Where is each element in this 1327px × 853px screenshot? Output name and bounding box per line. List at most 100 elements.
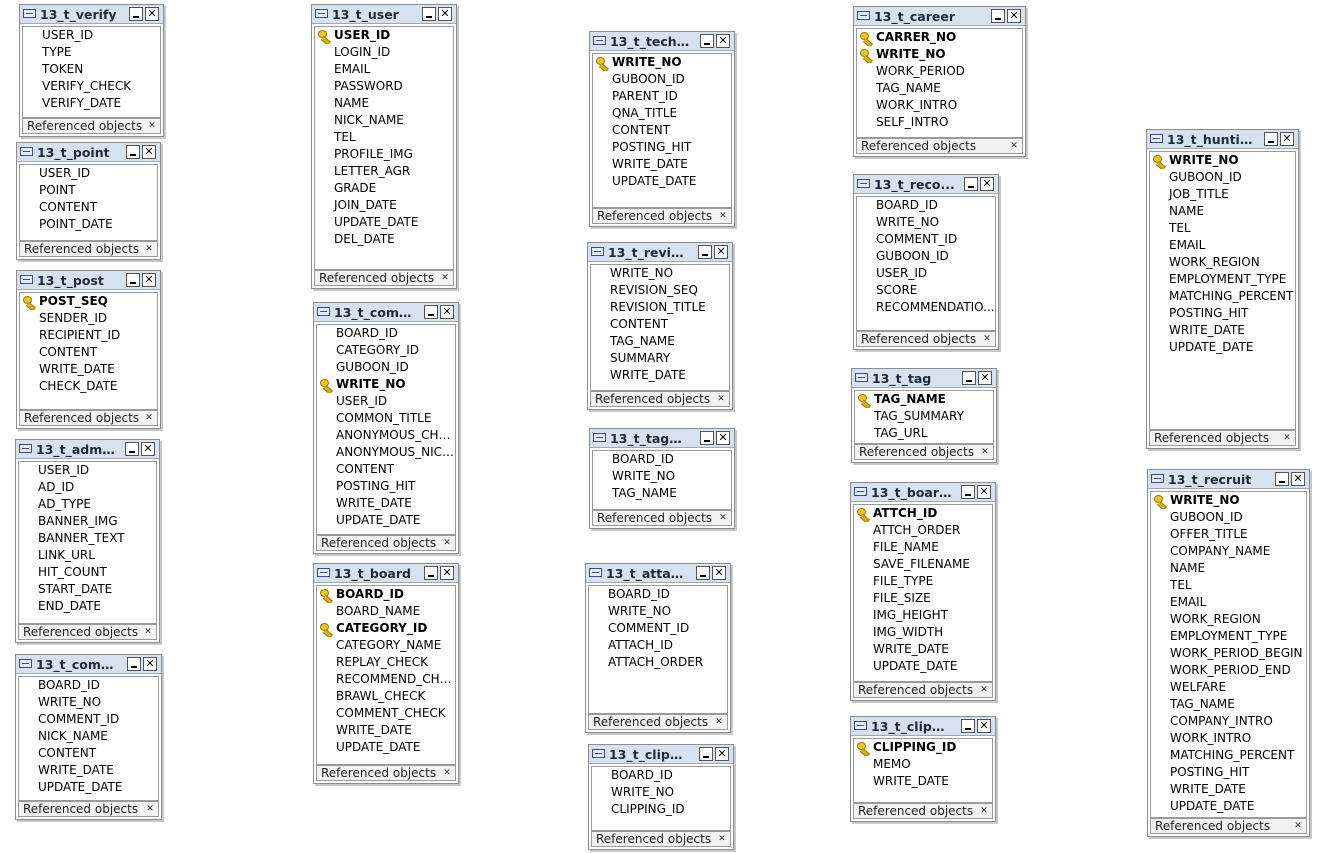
close-icon[interactable]: ✕ <box>147 121 157 131</box>
field-row[interactable]: IMG_HEIGHT <box>854 607 992 624</box>
table-entity[interactable]: 13_t_post ✕ POST_SEQ SENDER_ID RECIPIENT_ID C… <box>16 270 161 429</box>
field-row[interactable]: TAG_SUMMARY <box>855 408 993 425</box>
field-row[interactable]: ANONYMOUS_NICK... <box>317 444 455 461</box>
field-row[interactable]: BOARD_ID <box>589 586 727 603</box>
field-row[interactable]: WRITE_DATE <box>19 762 158 779</box>
table-entity[interactable]: 13_t_comm... ✕ BOARD_ID WRITE_NO COMMENT_ID N… <box>15 654 162 820</box>
field-row[interactable]: NICK_NAME <box>315 112 453 129</box>
close-icon[interactable]: ✕ <box>977 485 991 499</box>
close-icon[interactable]: ✕ <box>145 804 155 814</box>
table-titlebar[interactable]: 13_t_board... ✕ <box>851 483 995 502</box>
field-row[interactable]: WRITE_NO <box>591 265 729 282</box>
field-row[interactable]: MATCHING_PERCENT <box>1150 288 1295 305</box>
close-icon[interactable]: ✕ <box>979 685 989 695</box>
field-row[interactable]: CONTENT <box>317 461 455 478</box>
field-row[interactable]: CONTENT <box>593 122 731 139</box>
close-icon[interactable]: ✕ <box>1291 472 1305 486</box>
field-row[interactable]: UPDATE_DATE <box>19 779 158 796</box>
field-row[interactable]: GUBOON_ID <box>1151 509 1306 526</box>
field-row[interactable]: WRITE_DATE <box>593 156 731 173</box>
primary-key-field[interactable]: BOARD_ID <box>317 586 455 603</box>
field-row[interactable]: WRITE_NO <box>589 603 727 620</box>
field-row[interactable]: EMPLOYMENT_TYPE <box>1151 628 1306 645</box>
field-row[interactable]: WRITE_NO <box>19 694 158 711</box>
minimize-icon[interactable] <box>1275 472 1289 486</box>
field-row[interactable]: COMMENT_ID <box>589 620 727 637</box>
minimize-icon[interactable] <box>422 7 436 21</box>
primary-key-field[interactable]: WRITE_NO <box>1150 152 1295 169</box>
table-entity[interactable]: 13_t_clippi... ✕ BOARD_ID WRITE_NO CLIPPING_… <box>588 744 734 850</box>
field-row[interactable]: USER_ID <box>20 165 157 182</box>
close-icon[interactable]: ✕ <box>714 245 728 259</box>
field-row[interactable]: BOARD_ID <box>19 677 158 694</box>
field-row[interactable]: SENDER_ID <box>20 310 157 327</box>
field-row[interactable]: SELF_INTRO <box>857 114 1022 131</box>
field-row[interactable]: COMPANY_NAME <box>1151 543 1306 560</box>
field-row[interactable]: CONTENT <box>591 316 729 333</box>
field-row[interactable]: RECOMMEND_CHECK <box>317 671 455 688</box>
field-row[interactable]: AD_ID <box>19 479 156 496</box>
minimize-icon[interactable] <box>126 273 140 287</box>
primary-key-field[interactable]: CLIPPING_ID <box>854 739 992 756</box>
field-row[interactable]: SUMMARY <box>591 350 729 367</box>
close-icon[interactable]: ✕ <box>712 566 726 580</box>
field-row[interactable]: COMMON_TITLE <box>317 410 455 427</box>
close-icon[interactable]: ✕ <box>142 273 156 287</box>
close-icon[interactable]: ✕ <box>145 7 159 21</box>
table-titlebar[interactable]: 13_t_point ✕ <box>17 143 160 162</box>
primary-key-field[interactable]: POST_SEQ <box>20 293 157 310</box>
field-row[interactable]: WELFARE <box>1151 679 1306 696</box>
field-row[interactable]: GRADE <box>315 180 453 197</box>
close-icon[interactable]: ✕ <box>142 145 156 159</box>
field-row[interactable]: CONTENT <box>20 344 157 361</box>
field-row[interactable]: WRITE_DATE <box>317 722 455 739</box>
table-titlebar[interactable]: 13_t_tagm... ✕ <box>590 429 734 448</box>
field-row[interactable]: UPDATE_DATE <box>317 739 455 756</box>
close-icon[interactable]: ✕ <box>718 513 728 523</box>
primary-key-field[interactable]: USER_ID <box>315 27 453 44</box>
field-row[interactable]: UPDATE_DATE <box>1150 339 1295 356</box>
field-row[interactable]: FILE_SIZE <box>854 590 992 607</box>
field-row[interactable]: TYPE <box>23 44 160 61</box>
field-row[interactable]: BOARD_NAME <box>317 603 455 620</box>
field-row[interactable]: JOIN_DATE <box>315 197 453 214</box>
close-icon[interactable]: ✕ <box>977 719 991 733</box>
table-titlebar[interactable]: 13_t_techqna ✕ <box>590 32 734 51</box>
field-row[interactable]: NAME <box>1151 560 1306 577</box>
field-row[interactable]: WRITE_DATE <box>854 773 992 790</box>
field-row[interactable]: WORK_PERIOD_BEGIN <box>1151 645 1306 662</box>
field-row[interactable]: LINK_URL <box>19 547 156 564</box>
field-row[interactable]: WORK_PERIOD <box>857 63 1022 80</box>
close-icon[interactable]: ✕ <box>979 806 989 816</box>
table-titlebar[interactable]: 13_t_post ✕ <box>17 271 160 290</box>
field-row[interactable]: SCORE <box>857 282 995 299</box>
minimize-icon[interactable] <box>127 657 141 671</box>
minimize-icon[interactable] <box>1264 132 1278 146</box>
field-row[interactable]: UPDATE_DATE <box>1151 798 1306 815</box>
field-row[interactable]: USER_ID <box>317 393 455 410</box>
field-row[interactable]: UPDATE_DATE <box>317 512 455 529</box>
field-row[interactable]: BANNER_IMG <box>19 513 156 530</box>
close-icon[interactable]: ✕ <box>1282 433 1292 443</box>
referenced-objects-bar[interactable]: Referenced objects ✕ <box>314 270 454 286</box>
field-row[interactable]: COMMENT_ID <box>857 231 995 248</box>
close-icon[interactable]: ✕ <box>716 431 730 445</box>
table-entity[interactable]: 13_t_board ✕ BOARD_ID BOARD_NAME CATEGORY_ID… <box>313 563 459 784</box>
table-entity[interactable]: 13_t_recruit ✕ WRITE_NO GUBOON_ID OFFER_TITL… <box>1147 469 1310 837</box>
table-titlebar[interactable]: 13_t_career ✕ <box>854 7 1025 26</box>
field-row[interactable]: POINT <box>20 182 157 199</box>
minimize-icon[interactable] <box>424 566 438 580</box>
field-row[interactable]: USER_ID <box>23 27 160 44</box>
field-row[interactable]: POSTING_HIT <box>593 139 731 156</box>
primary-key-field[interactable]: WRITE_NO <box>1151 492 1306 509</box>
field-row[interactable]: GUBOON_ID <box>593 71 731 88</box>
close-icon[interactable]: ✕ <box>144 244 154 254</box>
field-row[interactable]: WRITE_NO <box>593 468 731 485</box>
close-icon[interactable]: ✕ <box>1009 141 1019 151</box>
field-row[interactable]: OFFER_TITLE <box>1151 526 1306 543</box>
field-row[interactable]: LOGIN_ID <box>315 44 453 61</box>
field-row[interactable]: COMMENT_ID <box>19 711 158 728</box>
minimize-icon[interactable] <box>991 9 1005 23</box>
field-row[interactable]: CLIPPING_ID <box>592 801 730 818</box>
field-row[interactable]: WRITE_NO <box>592 784 730 801</box>
